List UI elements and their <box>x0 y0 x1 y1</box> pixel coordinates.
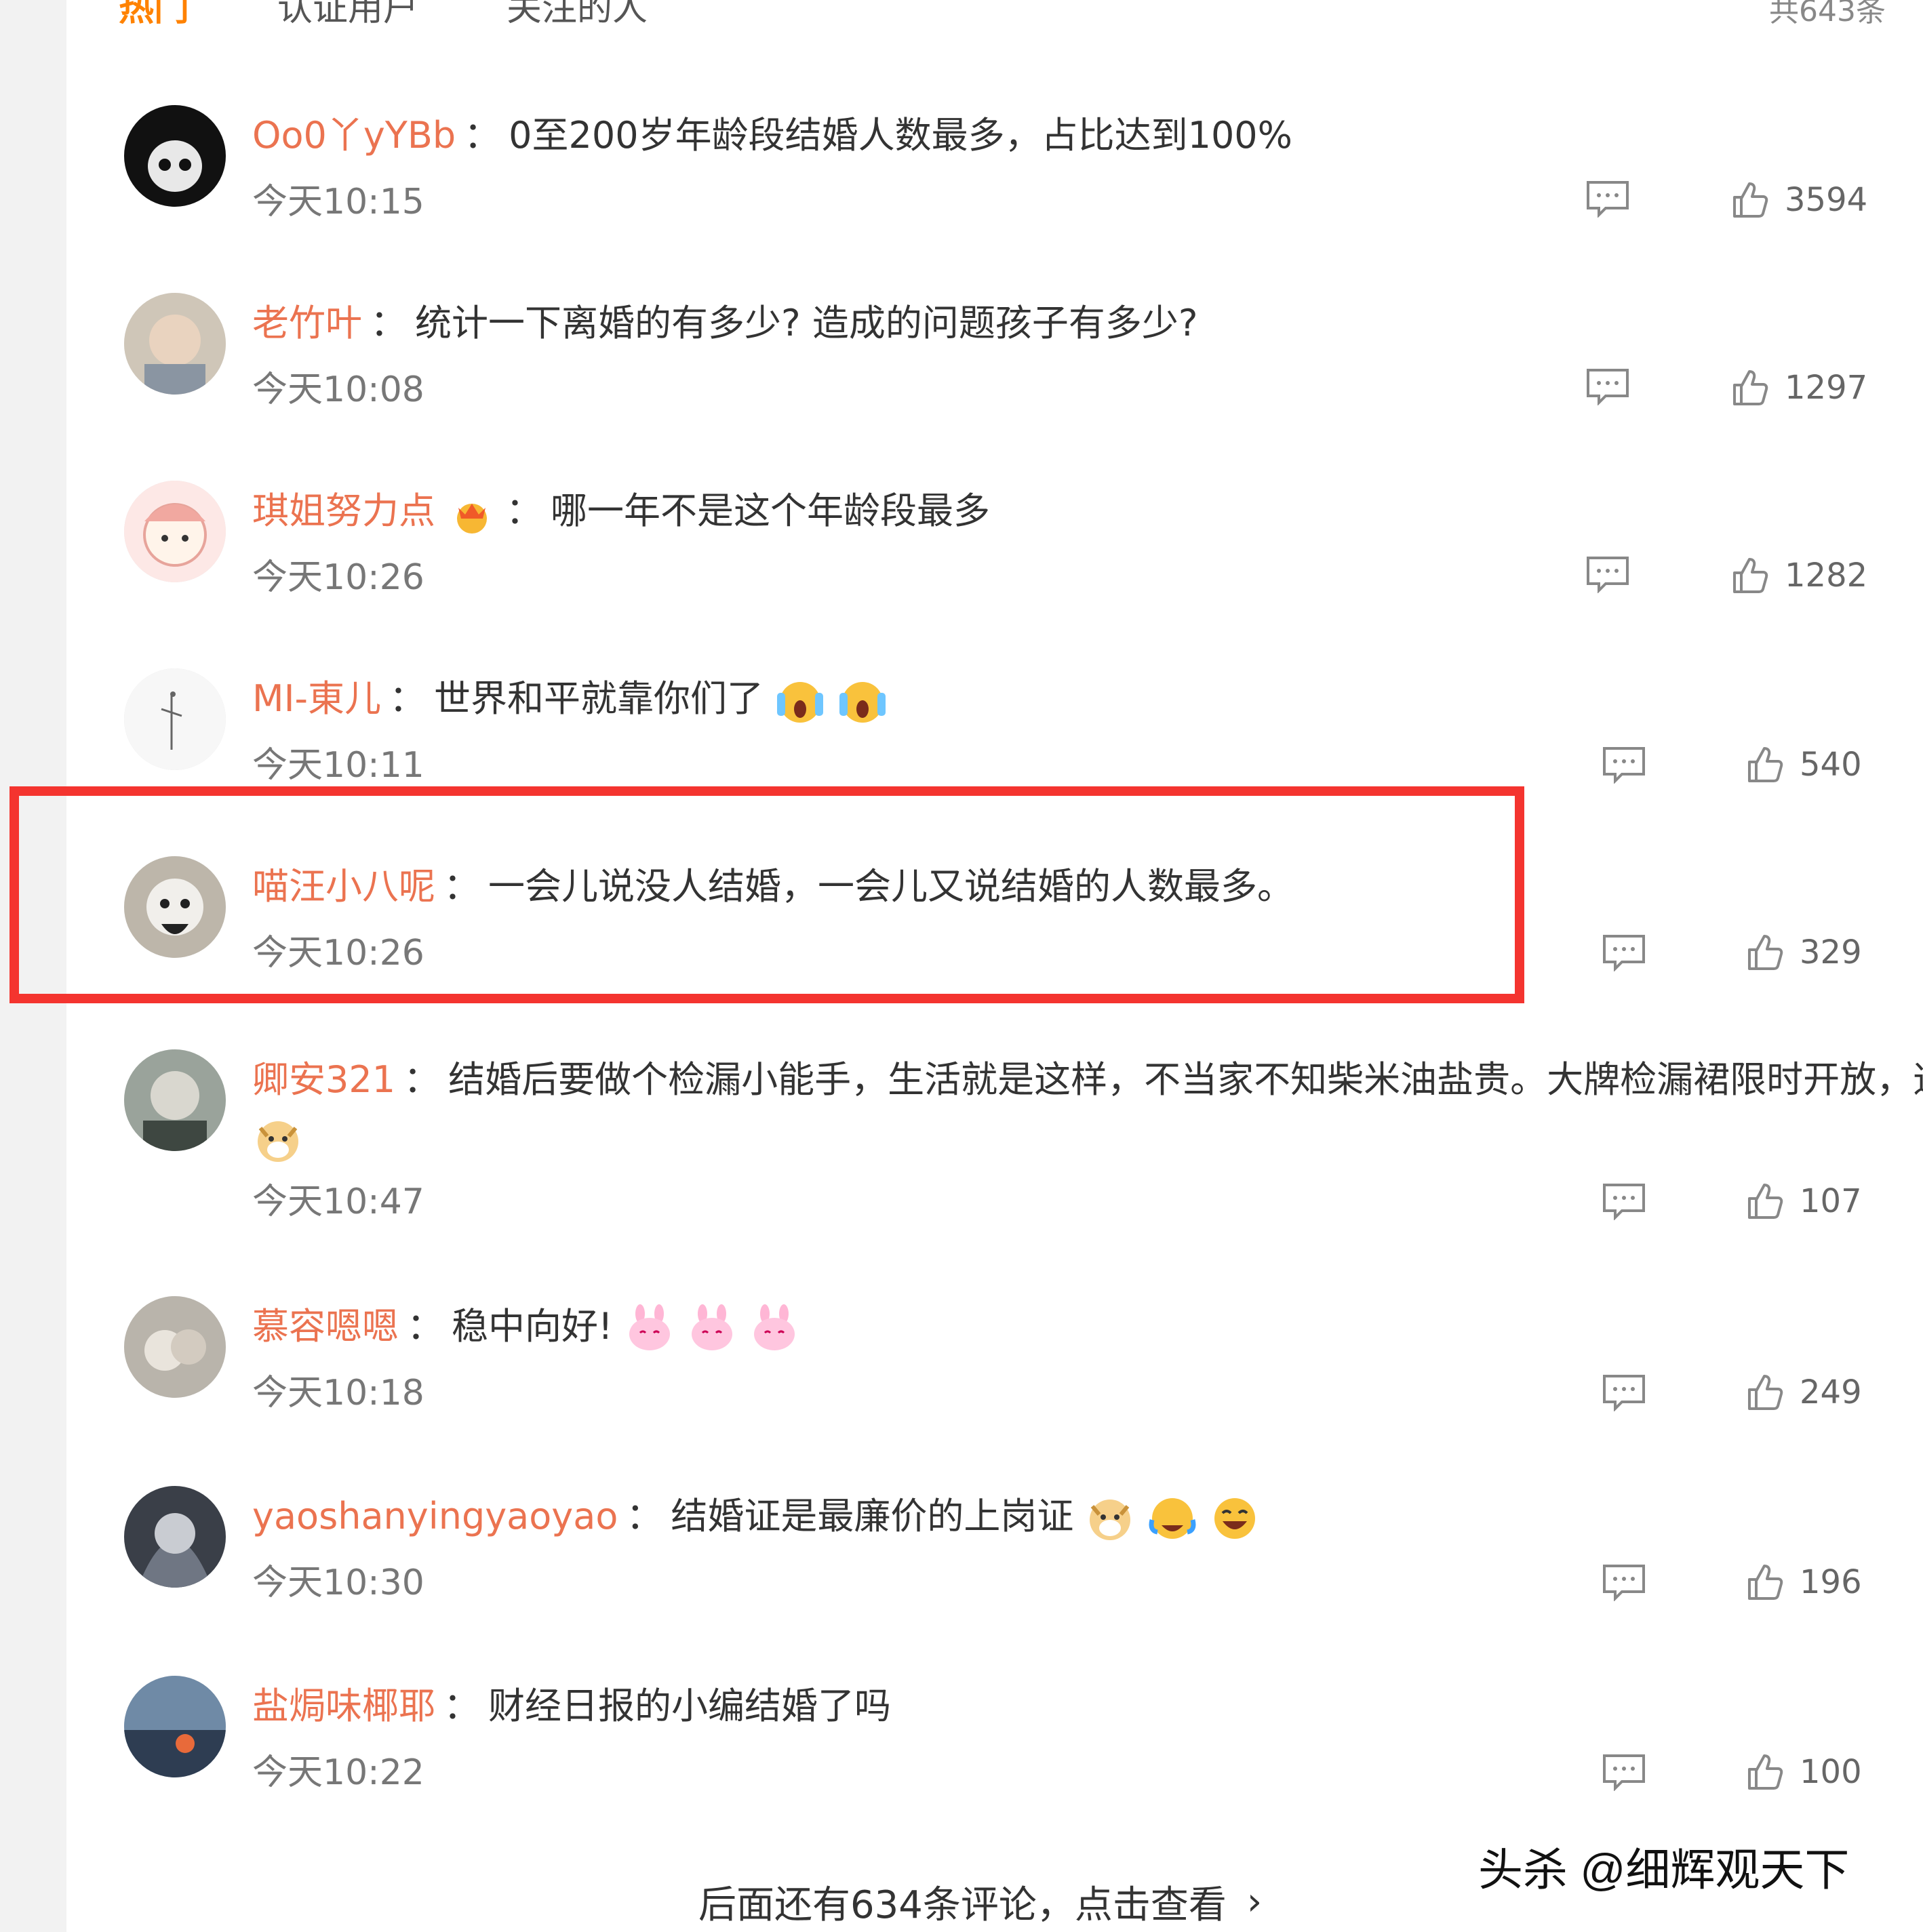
like-button[interactable]: 249 <box>1744 1371 1862 1414</box>
avatar[interactable] <box>124 1049 226 1151</box>
avatar[interactable] <box>124 1486 226 1588</box>
scream-emoji-icon <box>837 675 888 727</box>
comment-item: 老竹叶：统计一下离婚的有多少? 造成的问题孩子有多少? 今天10:08 1297 <box>0 293 1923 483</box>
comment-time: 今天10:47 <box>252 1182 424 1222</box>
avatar[interactable] <box>124 1296 226 1398</box>
comment-time: 今天10:26 <box>252 933 424 973</box>
chevron-right-icon: › <box>1246 1880 1263 1924</box>
username[interactable]: 琪姐努力点 <box>252 489 435 532</box>
thumbs-up-icon <box>1744 1372 1785 1413</box>
comment-time: 今天10:15 <box>252 182 424 222</box>
thumbs-up-icon <box>1744 744 1785 785</box>
like-count: 249 <box>1800 1373 1862 1411</box>
like-button[interactable]: 1282 <box>1729 554 1867 597</box>
comment-total: 共643条 <box>1769 0 1886 28</box>
avatar[interactable] <box>124 293 226 395</box>
like-count: 540 <box>1800 746 1862 784</box>
reply-icon[interactable] <box>1585 180 1630 218</box>
tab-hot[interactable]: 热门 <box>119 0 189 34</box>
comment-text: 0至200岁年龄段结婚人数最多，占比达到100% <box>509 114 1292 157</box>
like-button[interactable]: 3594 <box>1729 178 1867 222</box>
comment-text: 哪一年不是这个年龄段最多 <box>551 489 990 532</box>
comment-item: 慕容嗯嗯：稳中向好! 今天10:18 249 <box>0 1296 1923 1486</box>
comment-text: 结婚证是最廉价的上岗证 <box>671 1495 1074 1537</box>
reply-icon[interactable] <box>1585 367 1630 405</box>
like-count: 196 <box>1800 1563 1862 1601</box>
comment-text: 一会儿说没人结婚，一会儿又说结婚的人数最多。 <box>488 865 1294 908</box>
doge-emoji-icon <box>252 1114 304 1166</box>
username[interactable]: Oo0丫yYBb <box>252 114 456 157</box>
reply-icon[interactable] <box>1602 746 1646 784</box>
comment-time: 今天10:18 <box>252 1373 424 1413</box>
like-count: 329 <box>1800 933 1862 971</box>
thumbs-up-icon <box>1729 555 1770 596</box>
comment-text: 稳中向好! <box>452 1305 613 1348</box>
comment-time: 今天10:26 <box>252 557 424 598</box>
like-button[interactable]: 540 <box>1744 743 1862 786</box>
username[interactable]: 慕容嗯嗯 <box>252 1305 399 1348</box>
like-count: 1282 <box>1785 557 1868 595</box>
reply-icon[interactable] <box>1602 1373 1646 1411</box>
pink-bunny-emoji-icon <box>686 1303 738 1354</box>
thumbs-up-icon <box>1744 1181 1785 1222</box>
scream-emoji-icon <box>774 675 826 727</box>
like-button[interactable]: 196 <box>1744 1561 1862 1604</box>
reply-icon[interactable] <box>1602 1753 1646 1791</box>
avatar[interactable] <box>124 1676 226 1777</box>
comment-item: 琪姐努力点：哪一年不是这个年龄段最多 今天10:26 1282 <box>0 481 1923 670</box>
comment-time: 今天10:30 <box>252 1563 424 1603</box>
comment-text: 世界和平就靠你们了 <box>434 677 764 720</box>
thumbs-up-icon <box>1744 1752 1785 1792</box>
comment-time: 今天10:11 <box>252 745 424 786</box>
doge-emoji-icon <box>1084 1493 1136 1544</box>
like-count: 107 <box>1800 1182 1862 1220</box>
reply-icon[interactable] <box>1585 555 1630 593</box>
laugh-emoji-icon <box>1209 1493 1261 1544</box>
username[interactable]: 喵汪小八呢 <box>252 865 435 908</box>
reply-icon[interactable] <box>1602 933 1646 971</box>
like-button[interactable]: 107 <box>1744 1180 1862 1223</box>
comment-time: 今天10:22 <box>252 1752 424 1793</box>
username[interactable]: 盐焗味椰耶 <box>252 1685 435 1727</box>
tab-following[interactable]: 关注的人 <box>507 0 648 34</box>
like-button[interactable]: 100 <box>1744 1750 1862 1794</box>
thumbs-up-icon <box>1729 180 1770 220</box>
username[interactable]: 老竹叶 <box>252 302 362 344</box>
username[interactable]: MI-東儿 <box>252 677 381 720</box>
comment-tabs: 热门 认证用户 关注的人 <box>119 0 648 34</box>
comment-item: yaoshanyingyaoyao：结婚证是最廉价的上岗证 今天10:30 19… <box>0 1486 1923 1676</box>
comment-item: Oo0丫yYBb： 0至200岁年龄段结婚人数最多，占比达到100% 今天10:1… <box>0 105 1923 295</box>
load-more-comments-link[interactable]: 后面还有634条评论，点击查看 › <box>698 1874 1262 1929</box>
like-count: 100 <box>1800 1753 1862 1791</box>
avatar[interactable] <box>124 856 226 958</box>
thumbs-up-icon <box>1729 367 1770 408</box>
avatar[interactable] <box>124 668 226 770</box>
comment-text: 财经日报的小编结婚了吗 <box>488 1685 891 1727</box>
crown-badge-icon <box>446 487 498 539</box>
crying-laugh-emoji-icon <box>1147 1493 1198 1544</box>
like-button[interactable]: 1297 <box>1729 366 1867 409</box>
avatar[interactable] <box>124 105 226 207</box>
thumbs-up-icon <box>1744 1562 1785 1603</box>
thumbs-up-icon <box>1744 932 1785 973</box>
comment-text: 统计一下离婚的有多少? 造成的问题孩子有多少? <box>415 302 1198 344</box>
like-button[interactable]: 329 <box>1744 931 1862 974</box>
avatar[interactable] <box>124 481 226 582</box>
comment-item: 喵汪小八呢：一会儿说没人结婚，一会儿又说结婚的人数最多。 今天10:26 329 <box>0 856 1923 1046</box>
pink-bunny-emoji-icon <box>624 1303 675 1354</box>
username[interactable]: yaoshanyingyaoyao <box>252 1495 618 1537</box>
watermark: 头杀 @细辉观天下 <box>1478 1845 1850 1895</box>
comment-item: 卿安321：结婚后要做个检漏小能手，生活就是这样，不当家不知柴米油盐贵。大牌检漏… <box>0 1049 1923 1280</box>
username[interactable]: 卿安321 <box>252 1058 395 1101</box>
reply-icon[interactable] <box>1602 1182 1646 1220</box>
like-count: 3594 <box>1785 181 1868 219</box>
like-count: 1297 <box>1785 369 1868 407</box>
load-more-text: 后面还有634条评论，点击查看 <box>698 1883 1227 1927</box>
comment-time: 今天10:08 <box>252 369 424 410</box>
reply-icon[interactable] <box>1602 1563 1646 1601</box>
comment-text: 结婚后要做个检漏小能手，生活就是这样，不当家不知柴米油盐贵。大牌检漏裙限时开放，… <box>448 1058 1923 1101</box>
pink-bunny-emoji-icon <box>749 1303 800 1354</box>
tab-verified[interactable]: 认证用户 <box>277 0 418 34</box>
